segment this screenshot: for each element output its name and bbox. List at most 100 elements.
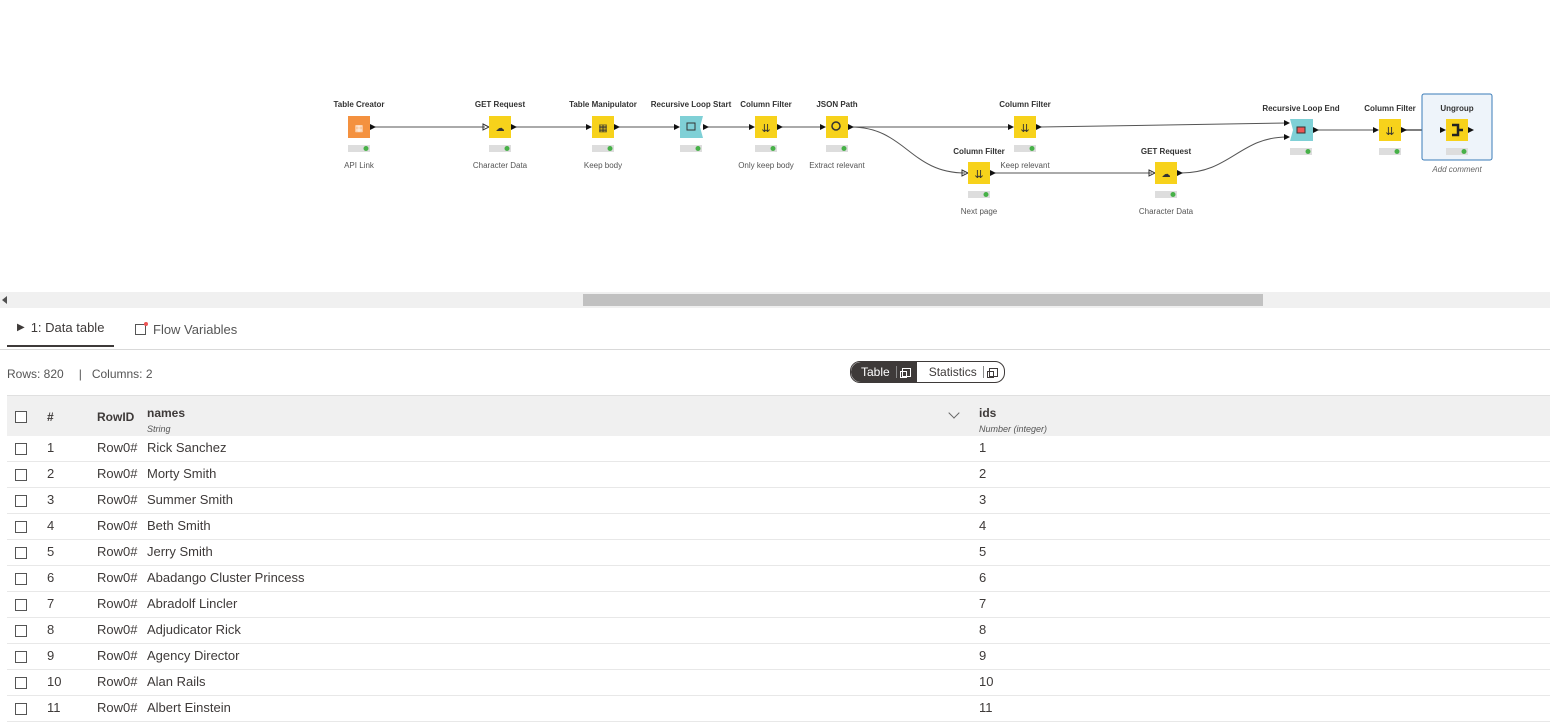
table-info: Rows: 820 | Columns: 2: [7, 367, 153, 381]
cell-name: Morty Smith: [147, 466, 217, 481]
row-checkbox[interactable]: [15, 547, 27, 559]
flow-variable-icon: [135, 321, 148, 335]
scroll-left-arrow-icon[interactable]: [2, 296, 7, 304]
cell-rowid: Row0#: [97, 622, 138, 637]
cell-index: 4: [47, 518, 55, 533]
statistics-view-button[interactable]: Statistics: [917, 362, 1004, 382]
svg-text:☁: ☁: [1162, 169, 1171, 179]
header-ids[interactable]: ids Number (integer): [979, 404, 1047, 434]
header-rowid[interactable]: RowID: [97, 410, 134, 424]
scrollbar-thumb[interactable]: [583, 294, 1263, 306]
svg-text:Next page: Next page: [961, 207, 998, 216]
row-checkbox[interactable]: [15, 677, 27, 689]
cell-index: 10: [47, 674, 62, 689]
node-recursive-loop-start[interactable]: Recursive Loop Start: [651, 100, 732, 152]
svg-text:⇊: ⇊: [1385, 126, 1394, 138]
svg-text:Column Filter: Column Filter: [999, 100, 1051, 109]
table-row[interactable]: 5 Row0# Jerry Smith 5: [7, 540, 1550, 566]
header-index: #: [47, 410, 54, 424]
cell-index: 1: [47, 440, 55, 455]
svg-text:▦: ▦: [355, 123, 364, 133]
node-column-filter[interactable]: Column Filter ⇊ Only keep body: [738, 100, 794, 170]
cell-name: Abadango Cluster Princess: [147, 570, 305, 585]
cell-index: 2: [47, 466, 55, 481]
cell-name: Albert Einstein: [147, 700, 231, 715]
cell-index: 5: [47, 544, 55, 559]
svg-text:Recursive Loop End: Recursive Loop End: [1262, 104, 1339, 113]
node-column-filter[interactable]: Column Filter ⇊ Keep relevant: [999, 100, 1051, 170]
json-path-icon: [826, 116, 848, 138]
table-row[interactable]: 4 Row0# Beth Smith 4: [7, 514, 1550, 540]
svg-text:Table Manipulator: Table Manipulator: [569, 100, 637, 109]
table-row[interactable]: 11 Row0# Albert Einstein 11: [7, 696, 1550, 722]
row-checkbox[interactable]: [15, 495, 27, 507]
cell-id: 9: [979, 648, 987, 663]
table-view-label: Table: [861, 365, 890, 379]
row-checkbox[interactable]: [15, 703, 27, 715]
svg-text:Column Filter: Column Filter: [1364, 104, 1416, 113]
cell-rowid: Row0#: [97, 466, 138, 481]
select-all-checkbox[interactable]: [15, 411, 27, 423]
add-comment-link[interactable]: Add comment: [1431, 165, 1482, 174]
svg-text:GET Request: GET Request: [475, 100, 526, 109]
node-column-filter[interactable]: Column Filter ⇊ Next page: [953, 147, 1005, 216]
row-checkbox[interactable]: [15, 599, 27, 611]
chevron-down-icon[interactable]: [948, 407, 960, 419]
tab-label: Flow Variables: [153, 321, 238, 337]
table-row[interactable]: 8 Row0# Adjudicator Rick 8: [7, 618, 1550, 644]
row-checkbox[interactable]: [15, 443, 27, 455]
cell-id: 2: [979, 466, 987, 481]
popout-icon[interactable]: [982, 366, 1000, 378]
table-row[interactable]: 1 Row0# Rick Sanchez 1: [7, 436, 1550, 462]
cell-id: 5: [979, 544, 987, 559]
connection[interactable]: [850, 126, 966, 174]
svg-text:⇊: ⇊: [974, 169, 983, 181]
node-get-request[interactable]: GET Request ☁ Character Data: [473, 100, 528, 170]
row-checkbox[interactable]: [15, 651, 27, 663]
cell-id: 10: [979, 674, 994, 689]
row-checkbox[interactable]: [15, 469, 27, 481]
table-row[interactable]: 6 Row0# Abadango Cluster Princess 6: [7, 566, 1550, 592]
svg-text:Recursive Loop Start: Recursive Loop Start: [651, 100, 732, 109]
workflow-diagram: Table Creator ▦ API Link GET Request ☁ C…: [334, 93, 1493, 216]
svg-text:Column Filter: Column Filter: [740, 100, 792, 109]
node-table-creator[interactable]: Table Creator ▦ API Link: [334, 100, 385, 170]
horizontal-scrollbar[interactable]: [0, 292, 1550, 308]
table-row[interactable]: 9 Row0# Agency Director 9: [7, 644, 1550, 670]
cell-rowid: Row0#: [97, 440, 138, 455]
tab-flow-variables[interactable]: Flow Variables: [135, 309, 237, 349]
svg-text:Keep body: Keep body: [584, 161, 622, 170]
cell-index: 7: [47, 596, 55, 611]
column-type: Number (integer): [979, 424, 1048, 434]
cell-id: 8: [979, 622, 987, 637]
view-toggle: Table Statistics: [850, 361, 1005, 383]
row-checkbox[interactable]: [15, 625, 27, 637]
cell-id: 3: [979, 492, 987, 507]
node-json-path[interactable]: JSON Path Extract relevant: [809, 100, 865, 170]
table-row[interactable]: 10 Row0# Alan Rails 10: [7, 670, 1550, 696]
table-row[interactable]: 3 Row0# Summer Smith 3: [7, 488, 1550, 514]
tab-data-table[interactable]: ▶ 1: Data table: [7, 309, 114, 347]
svg-text:Only keep body: Only keep body: [738, 161, 794, 170]
svg-text:Character Data: Character Data: [1139, 207, 1194, 216]
statistics-view-label: Statistics: [928, 365, 977, 379]
node-table-manipulator[interactable]: Table Manipulator ▦ Keep body: [569, 100, 637, 170]
svg-text:JSON Path: JSON Path: [816, 100, 857, 109]
workflow-canvas[interactable]: Table Creator ▦ API Link GET Request ☁ C…: [0, 0, 1550, 292]
row-checkbox[interactable]: [15, 573, 27, 585]
table-body: 1 Row0# Rick Sanchez 1 2 Row0# Morty Smi…: [7, 436, 1550, 722]
connection[interactable]: [1039, 122, 1288, 128]
table-row[interactable]: 2 Row0# Morty Smith 2: [7, 462, 1550, 488]
row-checkbox[interactable]: [15, 521, 27, 533]
cell-id: 11: [979, 700, 993, 715]
column-title: ids: [979, 406, 997, 420]
popout-icon[interactable]: [895, 366, 913, 378]
header-names[interactable]: names String: [147, 404, 185, 434]
table-row[interactable]: 7 Row0# Abradolf Lincler 7: [7, 592, 1550, 618]
svg-text:GET Request: GET Request: [1141, 147, 1192, 156]
svg-text:⇊: ⇊: [1020, 123, 1029, 135]
table-view-button[interactable]: Table: [851, 362, 917, 382]
cell-name: Alan Rails: [147, 674, 206, 689]
node-get-request[interactable]: GET Request ☁ Character Data: [1139, 147, 1194, 216]
connection[interactable]: [1180, 136, 1288, 174]
